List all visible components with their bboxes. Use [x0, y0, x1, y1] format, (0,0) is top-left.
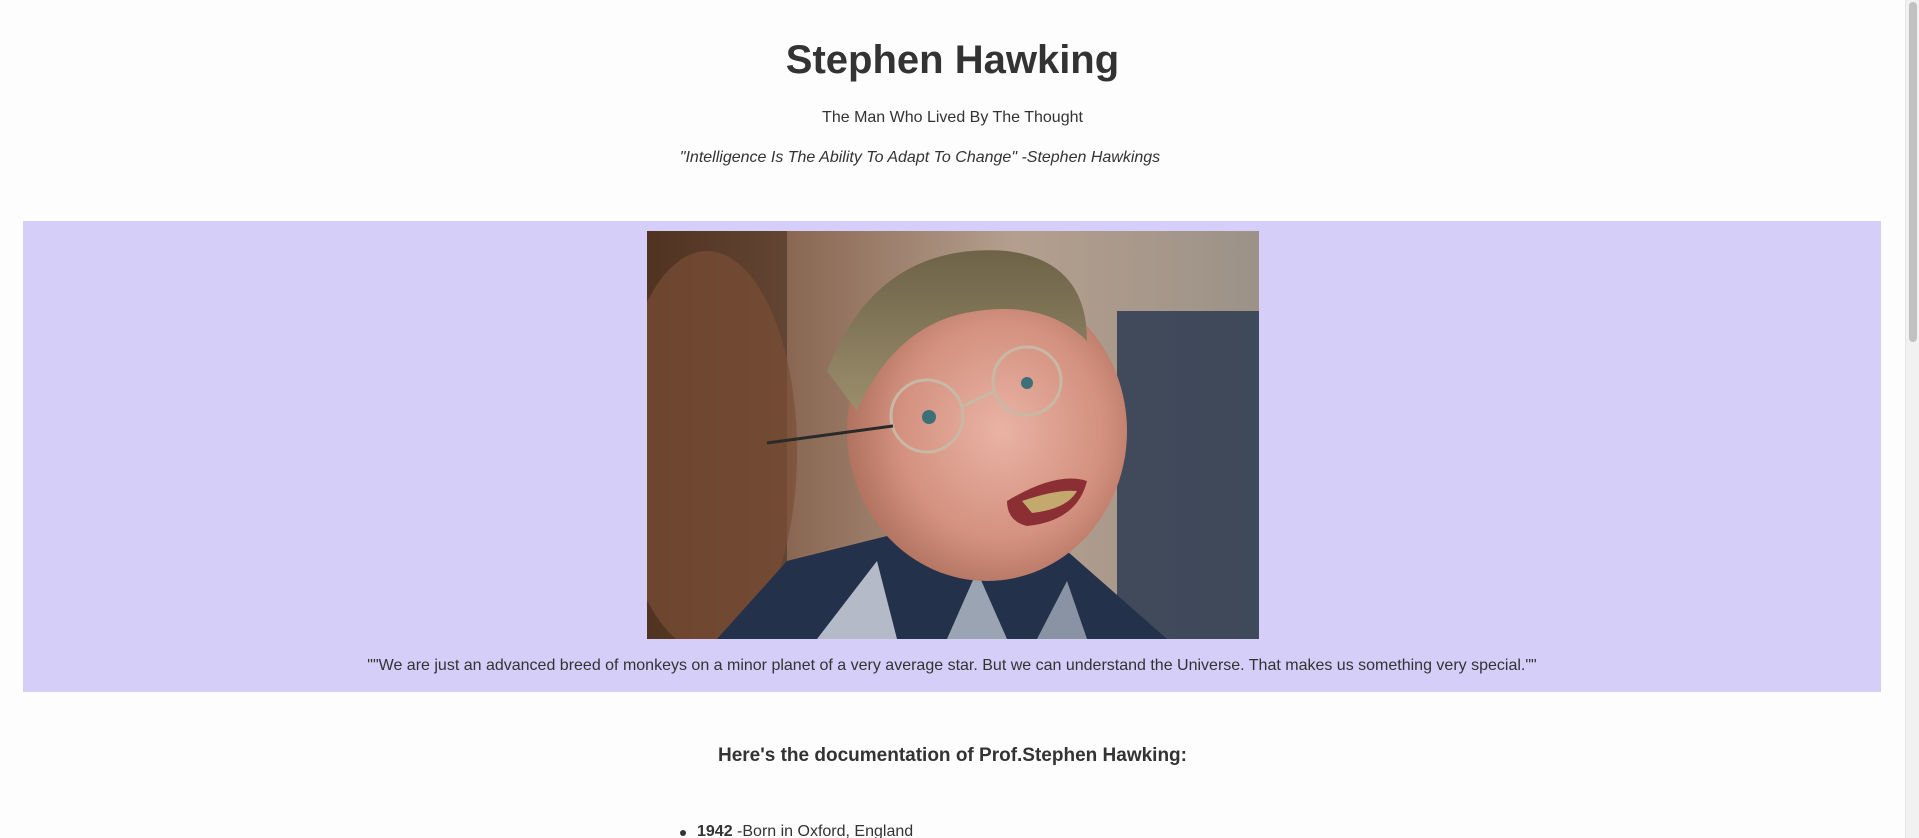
timeline-year: 1942 [697, 823, 733, 838]
scrollbar-thumb[interactable] [1909, 2, 1917, 342]
portrait-photo [647, 231, 1259, 639]
timeline-list: 1942 -Born in Oxford, England [680, 820, 913, 838]
timeline-text: -Born in Oxford, England [732, 823, 914, 838]
image-caption: ""We are just an advanced breed of monke… [367, 657, 1537, 674]
page-content: Stephen Hawking The Man Who Lived By The… [0, 0, 1905, 838]
page-subtitle: The Man Who Lived By The Thought [822, 109, 1083, 126]
bullet-icon [680, 830, 686, 836]
timeline-item: 1942 -Born in Oxford, England [680, 820, 913, 838]
vertical-scrollbar[interactable] [1905, 0, 1919, 838]
image-section: ""We are just an advanced breed of monke… [23, 221, 1881, 692]
page-tagline: "Intelligence Is The Ability To Adapt To… [679, 149, 1161, 166]
page-title: Stephen Hawking [785, 38, 1120, 82]
documentation-heading: Here's the documentation of Prof.Stephen… [717, 745, 1187, 766]
browser-viewport: Stephen Hawking The Man Who Lived By The… [0, 0, 1919, 838]
